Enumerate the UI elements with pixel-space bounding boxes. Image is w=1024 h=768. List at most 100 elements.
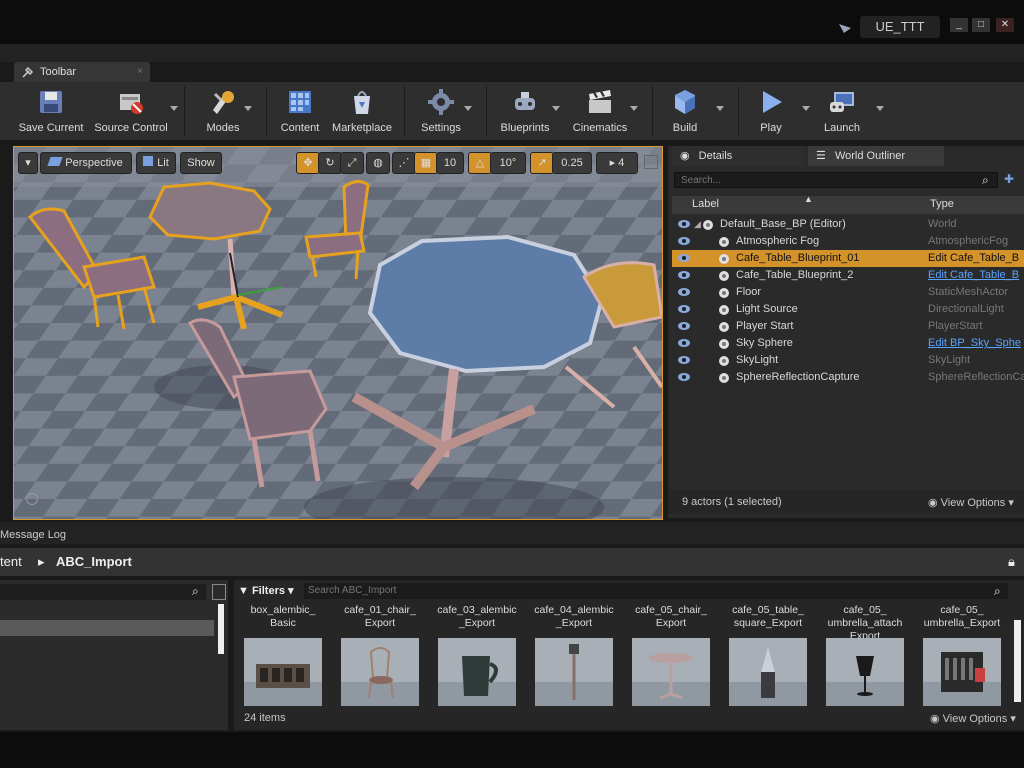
- visibility-eye-icon[interactable]: [678, 356, 690, 364]
- folder-search-icon[interactable]: ⌕: [192, 584, 199, 599]
- play-dropdown-icon[interactable]: [802, 106, 810, 111]
- outliner-row[interactable]: Sky Sphere Edit BP_Sky_Sphe: [672, 335, 1024, 352]
- asset-tile[interactable]: [632, 638, 710, 706]
- asset-tile[interactable]: [535, 638, 613, 706]
- outliner-view-options-button[interactable]: ◉ View Options ▾: [928, 496, 1014, 509]
- outliner-row[interactable]: SkyLight SkyLight: [672, 352, 1024, 369]
- grid-snap-value[interactable]: 10: [436, 152, 464, 174]
- marketplace-button[interactable]: Marketplace: [328, 82, 396, 140]
- minimize-button[interactable]: _: [950, 18, 968, 32]
- asset-tile[interactable]: [729, 638, 807, 706]
- add-actor-icon[interactable]: ✚: [1004, 172, 1014, 186]
- outliner-row-type: SphereReflectionCa: [928, 371, 1024, 383]
- lock-icon[interactable]: 🔒︎: [1008, 554, 1015, 570]
- world-space-icon[interactable]: ◍: [366, 152, 390, 174]
- rotation-snap-value[interactable]: 10°: [490, 152, 526, 174]
- label-column-header[interactable]: Label: [692, 198, 719, 210]
- source-control-button[interactable]: Source Control: [92, 82, 170, 140]
- camera-speed-button[interactable]: ▸ 4: [596, 152, 638, 174]
- outliner-row[interactable]: Player Start PlayerStart: [672, 318, 1024, 335]
- edit-blueprint-link[interactable]: Edit Cafe_Table_B: [928, 267, 1024, 284]
- edit-blueprint-link[interactable]: Edit BP_Sky_Sphe: [928, 335, 1024, 352]
- expand-arrow-icon[interactable]: ◢: [694, 216, 701, 233]
- source-control-dropdown-icon[interactable]: [170, 106, 178, 111]
- maximize-button[interactable]: □: [972, 18, 990, 32]
- tab-world-outliner[interactable]: ☰ World Outliner: [808, 146, 944, 166]
- launch-dropdown-icon[interactable]: [876, 106, 884, 111]
- surface-snap-icon[interactable]: ⋰: [392, 152, 416, 174]
- visibility-eye-icon[interactable]: [678, 254, 690, 262]
- close-button[interactable]: ✕: [996, 18, 1014, 32]
- launch-button[interactable]: Launch: [814, 82, 870, 140]
- settings-dropdown-icon[interactable]: [464, 106, 472, 111]
- asset-tile[interactable]: [923, 638, 1001, 706]
- search-icon[interactable]: ⌕: [982, 173, 989, 188]
- content-button[interactable]: Content: [272, 82, 328, 140]
- type-column-header[interactable]: Type: [930, 198, 954, 210]
- show-button[interactable]: Show: [180, 152, 222, 174]
- content-icon: [289, 91, 311, 113]
- rotation-snap-icon[interactable]: △: [468, 152, 492, 174]
- outliner-search-input[interactable]: Search...: [674, 172, 998, 188]
- maximize-viewport-icon[interactable]: [644, 155, 658, 169]
- level-viewport[interactable]: ▾ Perspective Lit Show ✥ ↻ ⤢ ◍ ⋰ ▦ 10 △ …: [13, 146, 663, 520]
- cinematics-button[interactable]: Cinematics: [568, 82, 632, 140]
- grid-snap-icon[interactable]: ▦: [414, 152, 438, 174]
- selected-folder-row[interactable]: [0, 620, 214, 636]
- visibility-eye-icon[interactable]: [678, 220, 690, 228]
- cinematics-dropdown-icon[interactable]: [630, 106, 638, 111]
- outliner-row[interactable]: SphereReflectionCapture SphereReflectionC…: [672, 369, 1024, 386]
- outliner-row[interactable]: Atmospheric Fog AtmosphericFog: [672, 233, 1024, 250]
- asset-scrollbar[interactable]: [1014, 620, 1021, 702]
- outliner-row[interactable]: ◢ Default_Base_BP (Editor) World: [672, 216, 1024, 233]
- rotate-tool-icon[interactable]: ↻: [318, 152, 342, 174]
- perspective-button[interactable]: Perspective: [40, 152, 132, 174]
- asset-tile[interactable]: [826, 638, 904, 706]
- modes-dropdown-icon[interactable]: [244, 106, 252, 111]
- breadcrumb-folder[interactable]: ABC_Import: [56, 554, 132, 569]
- lit-button[interactable]: Lit: [136, 152, 176, 174]
- asset-search-input[interactable]: Search ABC_Import: [304, 583, 1008, 599]
- build-dropdown-icon[interactable]: [716, 106, 724, 111]
- asset-tile[interactable]: [341, 638, 419, 706]
- settings-button[interactable]: Settings: [414, 82, 468, 140]
- tab-toolbar[interactable]: Toolbar: [14, 62, 150, 82]
- modes-button[interactable]: Modes: [194, 82, 252, 140]
- outliner-row[interactable]: Light Source DirectionalLight: [672, 301, 1024, 318]
- outliner-row[interactable]: Cafe_Table_Blueprint_01 Edit Cafe_Table_B: [672, 250, 1024, 267]
- scale-snap-value[interactable]: 0.25: [552, 152, 592, 174]
- save-current-button[interactable]: Save Current: [14, 82, 88, 140]
- asset-view-options-button[interactable]: ◉ View Options ▾: [930, 712, 1016, 725]
- asset-tile[interactable]: [438, 638, 516, 706]
- folder-scrollbar[interactable]: [218, 604, 224, 654]
- translate-tool-icon[interactable]: ✥: [296, 152, 320, 174]
- breadcrumb-root[interactable]: tent: [0, 554, 22, 569]
- visibility-eye-icon[interactable]: [678, 339, 690, 347]
- scale-snap-icon[interactable]: ↗: [530, 152, 554, 174]
- filters-button[interactable]: ▼ Filters ▾: [238, 582, 302, 600]
- reflection-capture-icon: [718, 372, 730, 384]
- asset-search-icon[interactable]: ⌕: [994, 584, 1001, 599]
- asset-tile[interactable]: [244, 638, 322, 706]
- tab-details[interactable]: ◉ Details: [672, 146, 804, 166]
- outliner-row[interactable]: Cafe_Table_Blueprint_2 Edit Cafe_Table_B: [672, 267, 1024, 284]
- folder-search-input[interactable]: [0, 584, 206, 600]
- viewport-options-button[interactable]: ▾: [18, 152, 38, 174]
- tab-message-log[interactable]: Message Log: [0, 525, 90, 545]
- folder-view-toggle-icon[interactable]: [212, 584, 226, 600]
- viewport-scene[interactable]: [14, 147, 662, 519]
- blueprints-button[interactable]: Blueprints: [494, 82, 556, 140]
- visibility-eye-icon[interactable]: [678, 322, 690, 330]
- play-button[interactable]: Play: [746, 82, 796, 140]
- edit-blueprint-link[interactable]: Edit Cafe_Table_B: [928, 250, 1024, 267]
- outliner-row[interactable]: Floor StaticMeshActor: [672, 284, 1024, 301]
- tab-close-icon[interactable]: ×: [137, 66, 143, 77]
- build-button[interactable]: Build: [660, 82, 710, 140]
- visibility-eye-icon[interactable]: [678, 373, 690, 381]
- blueprints-dropdown-icon[interactable]: [552, 106, 560, 111]
- visibility-eye-icon[interactable]: [678, 305, 690, 313]
- scale-tool-icon[interactable]: ⤢: [340, 152, 364, 174]
- visibility-eye-icon[interactable]: [678, 271, 690, 279]
- visibility-eye-icon[interactable]: [678, 237, 690, 245]
- visibility-eye-icon[interactable]: [678, 288, 690, 296]
